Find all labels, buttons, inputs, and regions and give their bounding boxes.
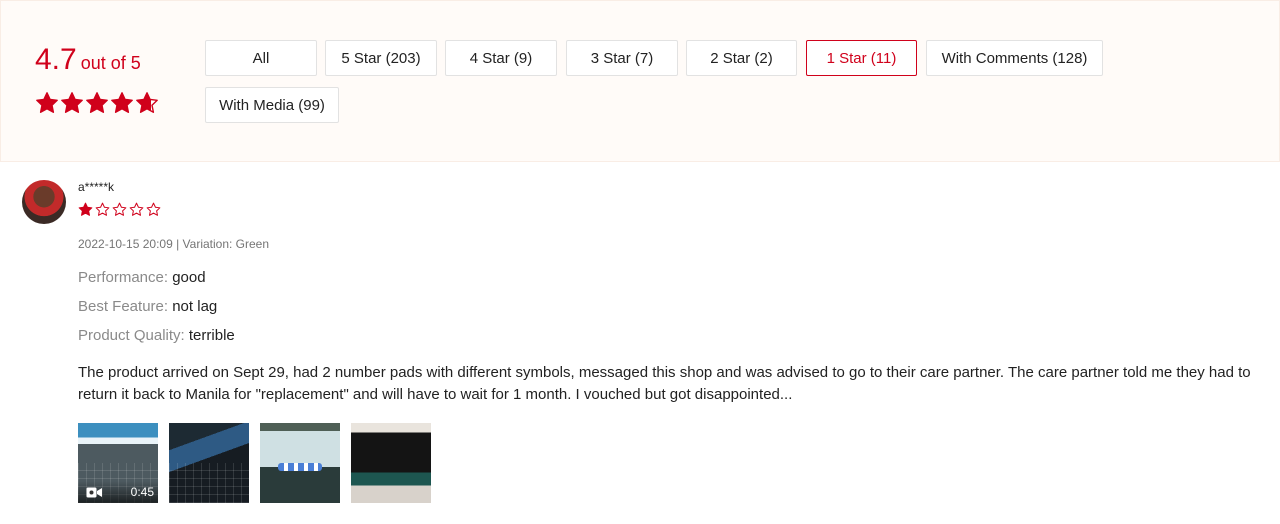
review-text: The product arrived on Sept 29, had 2 nu… (78, 364, 1251, 403)
star-icon (36, 92, 58, 113)
review-image-thumbnail[interactable] (260, 423, 340, 503)
filter-all[interactable]: All (205, 40, 317, 76)
star-outline-icon (129, 202, 144, 216)
attribute-performance: Performance: good (78, 269, 206, 286)
rating-suffix: out of 5 (80, 53, 141, 73)
attribute-label: Performance: (78, 269, 169, 286)
attribute-label: Best Feature: (78, 298, 169, 315)
rating-value: 4.7 (35, 43, 77, 76)
star-icon (86, 92, 108, 113)
attribute-value: not lag (172, 298, 218, 315)
attribute-best-feature: Best Feature: not lag (78, 298, 217, 315)
rating-overview: 4.7 out of 5 All 5 Star (203) 4 Star (9) … (0, 0, 1280, 162)
star-outline-icon (112, 202, 127, 216)
filter-with-media[interactable]: With Media (99) (205, 87, 339, 123)
average-rating: 4.7 out of 5 (35, 43, 141, 77)
review-meta: 2022-10-15 20:09 | Variation: Green (78, 237, 270, 251)
filter-with-comments[interactable]: With Comments (128) (926, 40, 1103, 76)
star-icon (111, 92, 133, 113)
reviewer-username: a*****k (78, 180, 115, 194)
filter-4-star[interactable]: 4 Star (9) (445, 40, 557, 76)
attribute-value: good (172, 269, 206, 286)
review-item: a*****k 2022-10-15 20:09 | Variation: Gr… (0, 162, 1280, 524)
video-camera-icon (86, 487, 102, 498)
keyboard-graphic (169, 463, 249, 503)
attribute-product-quality: Product Quality: terrible (78, 327, 235, 344)
video-overlay: 0:45 (78, 481, 158, 503)
star-outline-icon (95, 202, 110, 216)
user-avatar[interactable] (22, 180, 66, 224)
filter-5-star[interactable]: 5 Star (203) (325, 40, 437, 76)
review-star-rating (78, 202, 161, 217)
screen-icons-graphic (278, 463, 322, 471)
star-icon (61, 92, 83, 113)
review-video-thumbnail[interactable]: 0:45 (78, 423, 158, 503)
review-image-thumbnail[interactable] (351, 423, 431, 503)
filter-3-star[interactable]: 3 Star (7) (566, 40, 678, 76)
filter-1-star[interactable]: 1 Star (11) (806, 40, 917, 76)
average-rating-stars (35, 91, 159, 115)
star-filled-icon (78, 202, 93, 216)
star-icon (136, 92, 158, 113)
attribute-label: Product Quality: (78, 327, 185, 344)
attribute-value: terrible (188, 327, 235, 344)
star-outline-icon (146, 202, 161, 216)
video-duration: 0:45 (130, 485, 154, 499)
filter-2-star[interactable]: 2 Star (2) (686, 40, 797, 76)
review-image-thumbnail[interactable] (169, 423, 249, 503)
